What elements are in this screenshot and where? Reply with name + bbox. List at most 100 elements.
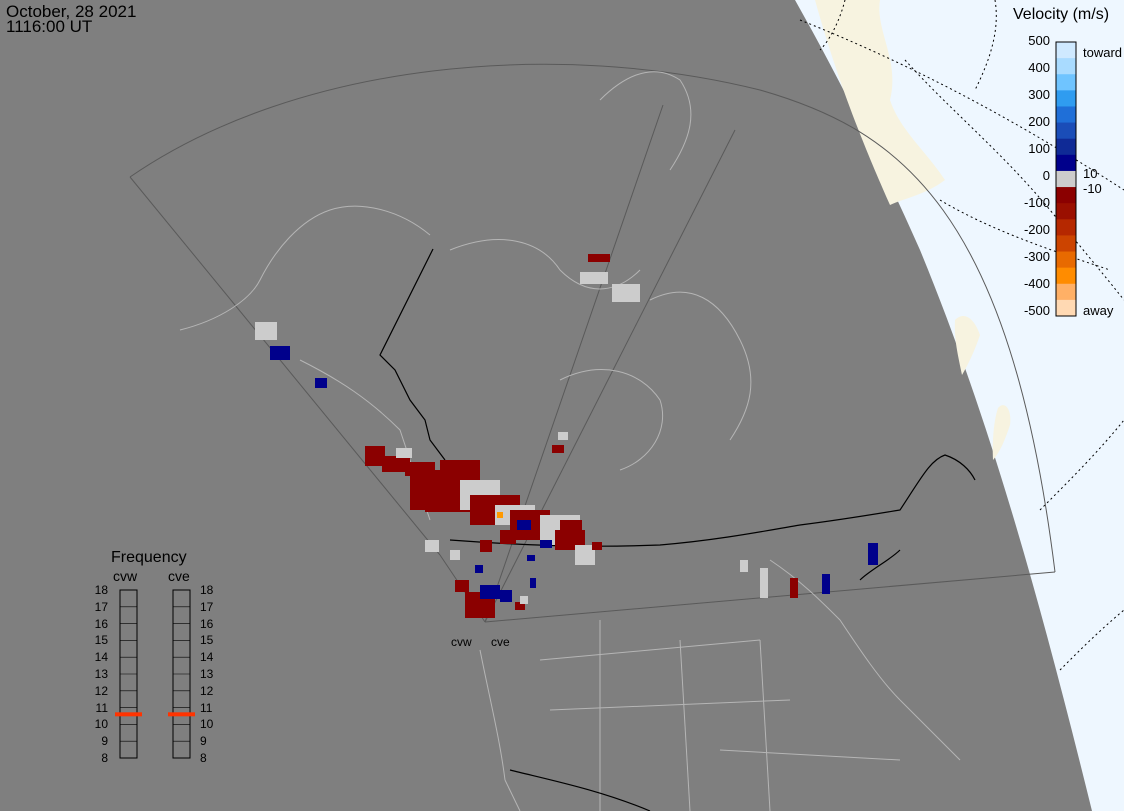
radar-label-cvw: cvw	[113, 568, 138, 584]
frequency-marker-cvw	[115, 712, 142, 717]
scatter-layer	[255, 254, 878, 618]
frequency-bars	[115, 589, 195, 759]
radar-site-cve: cve	[491, 635, 510, 649]
frequency-marker-cve	[168, 712, 195, 717]
scatter-cell	[790, 578, 798, 598]
scatter-cell	[530, 578, 536, 588]
frequency-tick: 15	[200, 633, 214, 648]
colorbar-segment	[1056, 283, 1076, 301]
frequency-legend-title: Frequency	[111, 549, 187, 566]
colorbar-segment	[1056, 106, 1076, 124]
colorbar-segment	[1056, 219, 1076, 236]
frequency-tick: 10	[200, 717, 214, 732]
scatter-cell	[868, 543, 878, 565]
colorbar-segment	[1056, 74, 1076, 91]
country-borders	[379, 248, 976, 811]
colorbar-segment	[1056, 42, 1076, 59]
scatter-cell	[552, 445, 564, 453]
frequency-tick: 14	[94, 650, 108, 665]
velocity-tick: -400	[1023, 276, 1050, 291]
velocity-tick: 400	[1028, 60, 1050, 75]
scatter-cell	[480, 585, 500, 599]
frequency-tick: 14	[200, 650, 214, 665]
scatter-cell	[500, 530, 516, 544]
velocity-tick: -500	[1023, 303, 1050, 318]
colorbar-segment	[1056, 122, 1076, 140]
frequency-tick: 17	[200, 599, 214, 614]
velocity-tick: 100	[1028, 141, 1050, 156]
frequency-tick: 18	[94, 583, 108, 597]
colorbar-segment	[1056, 138, 1076, 156]
frequency-tick: 18	[200, 583, 214, 597]
frequency-tick: 9	[101, 734, 108, 749]
scatter-cell	[425, 540, 439, 552]
colorbar-segment	[1056, 90, 1076, 107]
scatter-cell	[740, 560, 748, 572]
frequency-tick: 11	[200, 700, 213, 715]
scatter-cell	[540, 540, 552, 548]
frequency-tick: 13	[94, 667, 108, 681]
frequency-tick: 15	[94, 633, 108, 648]
colorbar-segment	[1056, 267, 1076, 285]
colorbar-segment	[1056, 203, 1076, 220]
frequency-tick: 10	[94, 717, 108, 732]
radar-site-cvw: cvw	[451, 635, 472, 649]
scatter-cell	[760, 568, 768, 598]
scatter-cell	[455, 580, 469, 592]
frequency-tick: 9	[200, 734, 207, 749]
colorbar-segment	[1056, 58, 1076, 75]
ten-neg-label: -10	[1083, 181, 1102, 196]
velocity-tick: -300	[1023, 249, 1050, 264]
scatter-cell	[475, 565, 483, 573]
radar-label-cve: cve	[168, 568, 190, 584]
frequency-tick: 12	[200, 683, 214, 698]
colorbar-segment	[1056, 235, 1076, 253]
map-canvas: October, 28 2021 1116:00 UT Velocity (m/…	[0, 0, 1124, 811]
velocity-tick: 0	[1042, 168, 1050, 183]
colorbar-segment	[1056, 187, 1076, 204]
toward-label: toward	[1083, 45, 1123, 60]
frequency-tick: 8	[200, 751, 207, 765]
frequency-tick: 16	[94, 616, 108, 631]
frequency-tick: 8	[101, 751, 108, 765]
scatter-cell	[588, 254, 610, 262]
scatter-cell	[527, 555, 535, 561]
frequency-tick: 17	[94, 599, 108, 614]
scatter-cell	[450, 550, 460, 560]
scatter-cell	[612, 284, 640, 302]
velocity-tick: 500	[1028, 33, 1050, 48]
scatter-cell	[558, 432, 568, 440]
scatter-cell	[497, 512, 503, 518]
scatter-cell	[315, 378, 327, 388]
scatter-cell	[396, 448, 412, 458]
coastlines	[179, 71, 961, 811]
scatter-cell	[822, 574, 830, 594]
velocity-tick: -200	[1023, 222, 1050, 237]
time-label: 1116:00 UT	[6, 17, 93, 36]
velocity-tick: -100	[1023, 195, 1050, 210]
away-label: away	[1083, 303, 1114, 318]
frequency-tick: 12	[94, 683, 108, 698]
frequency-tick: 13	[200, 667, 214, 681]
scatter-cell	[270, 346, 290, 360]
scatter-cell	[520, 596, 528, 604]
colorbar-segment	[1056, 251, 1076, 269]
velocity-tick: 300	[1028, 87, 1050, 102]
scatter-cell	[592, 542, 602, 550]
velocity-legend-title: Velocity (m/s)	[1013, 6, 1110, 23]
scatter-cell	[580, 272, 608, 284]
colorbar-segment	[1056, 170, 1076, 188]
scatter-cell	[480, 540, 492, 552]
scatter-cell	[500, 590, 512, 602]
scatter-cell	[255, 322, 277, 340]
ten-pos-label: 10	[1083, 166, 1098, 181]
frequency-tick: 16	[200, 616, 214, 631]
map-svg	[115, 0, 1124, 811]
velocity-colorbar	[1055, 41, 1077, 317]
velocity-tick: 200	[1028, 114, 1050, 129]
colorbar-segment	[1056, 154, 1076, 172]
scatter-cell	[440, 460, 480, 480]
scatter-cell	[517, 520, 531, 530]
scatter-cell	[560, 520, 582, 532]
frequency-tick: 11	[95, 700, 108, 715]
